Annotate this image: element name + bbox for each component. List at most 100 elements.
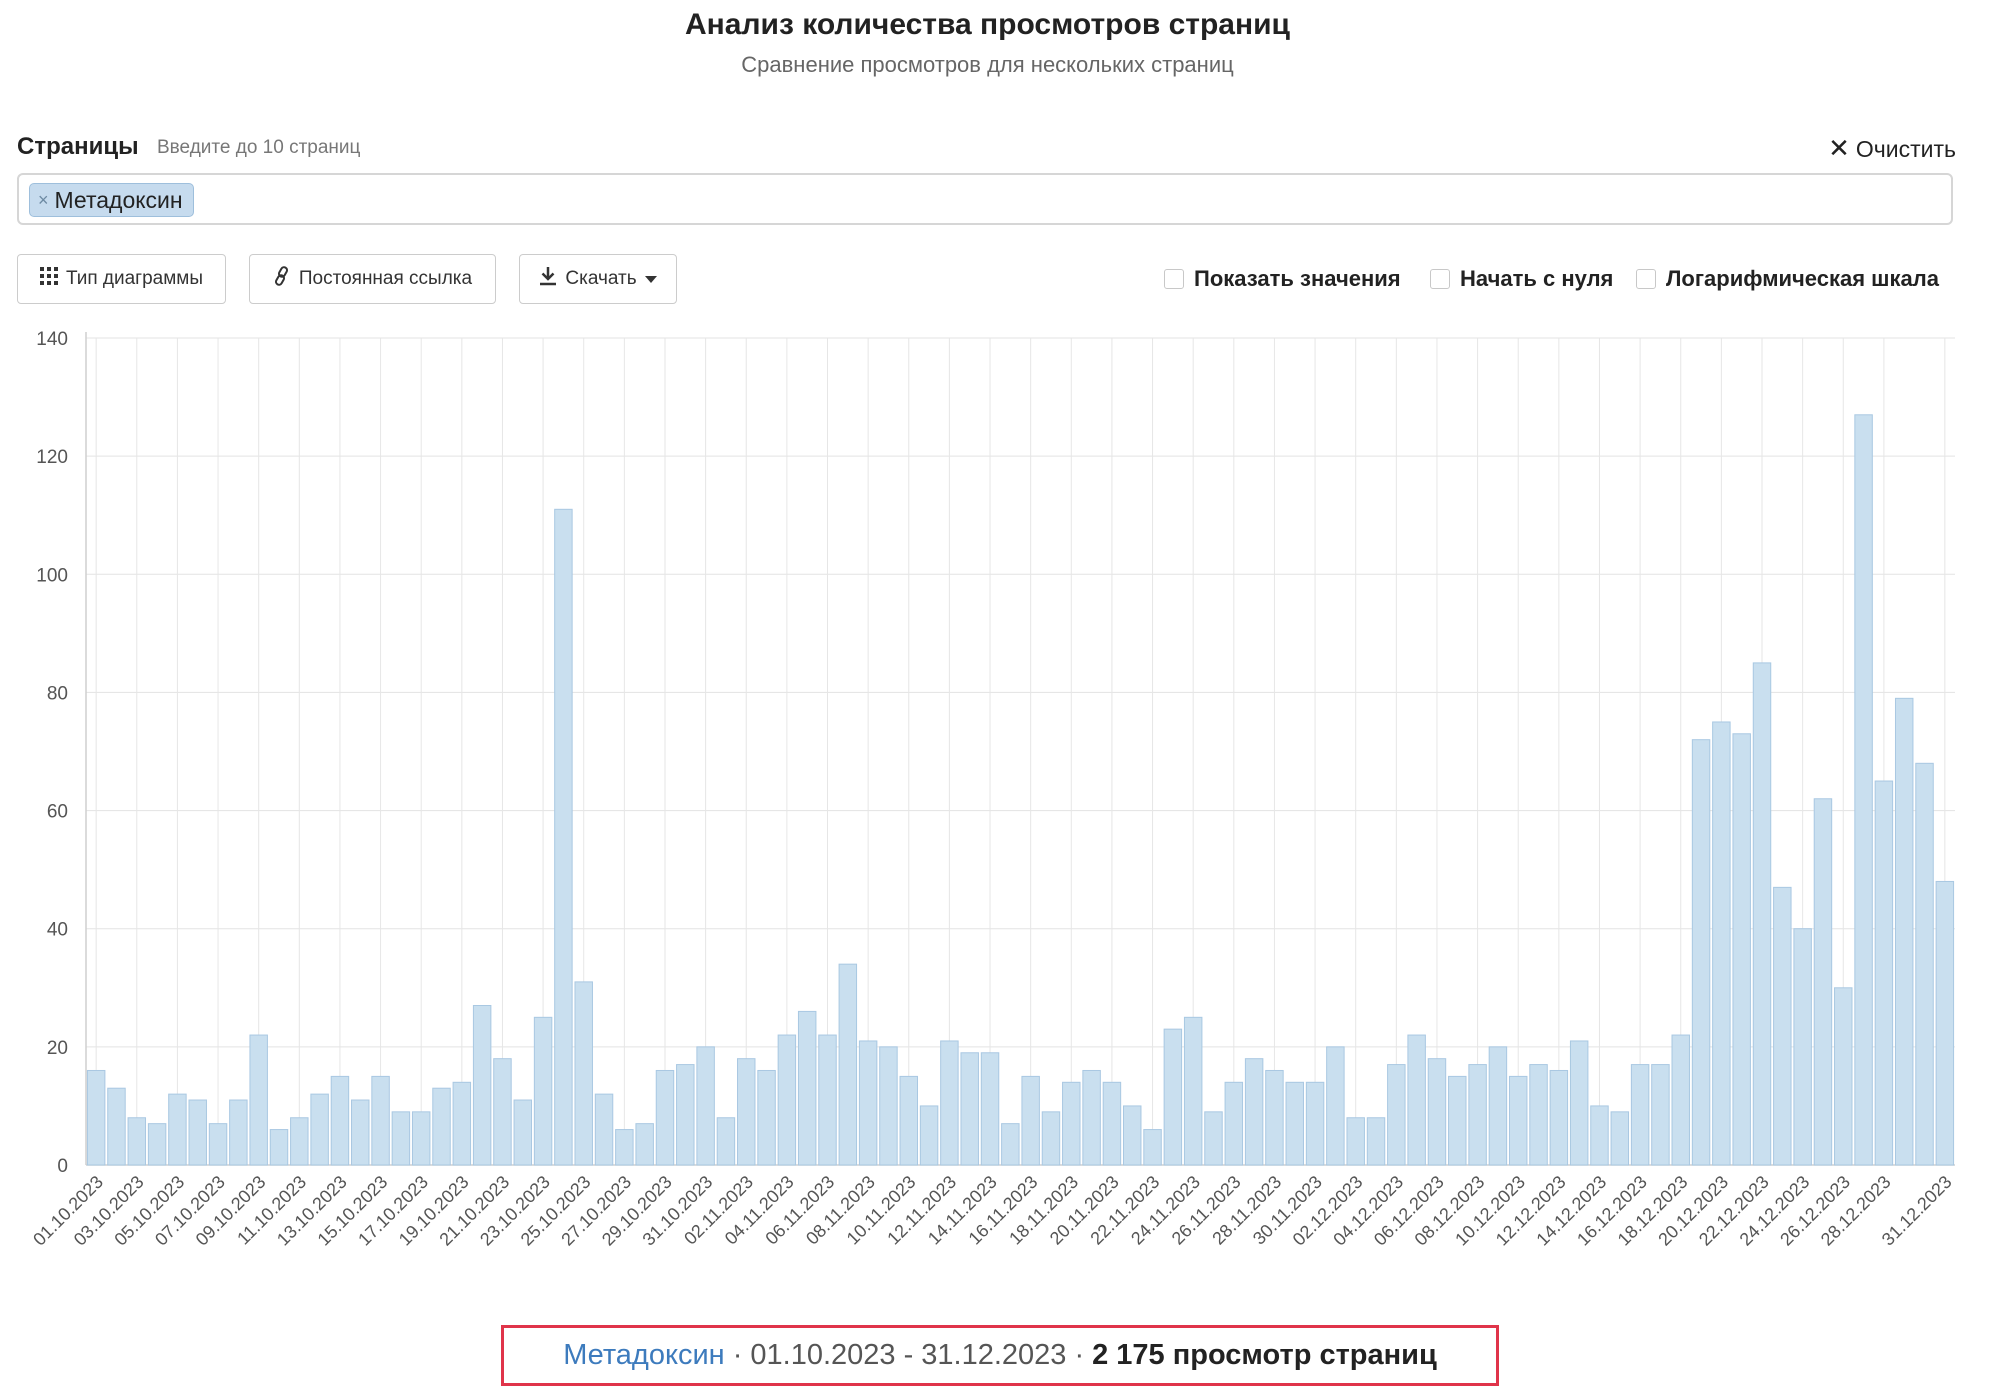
bar (1326, 1046, 1345, 1166)
bar (533, 1016, 553, 1166)
log-scale-option[interactable]: Логарифмическая шкала (1636, 266, 1939, 292)
clear-button[interactable]: ✕ Очистить (1828, 133, 1956, 164)
chart-type-label: Тип диаграммы (65, 268, 204, 289)
bar (330, 1075, 350, 1166)
bar (452, 1081, 472, 1166)
bar (676, 1064, 695, 1166)
bar (1508, 1075, 1528, 1166)
bar (1834, 987, 1853, 1166)
bar (1691, 739, 1711, 1166)
bar (432, 1087, 451, 1166)
bar (1387, 1064, 1406, 1166)
y-tick-label: 120 (36, 447, 68, 468)
show-values-checkbox[interactable] (1164, 269, 1184, 289)
bar (879, 1046, 898, 1166)
log-scale-checkbox[interactable] (1636, 269, 1656, 289)
chart-type-button[interactable]: Тип диаграммы (17, 254, 226, 304)
bar (493, 1058, 512, 1166)
bar (1183, 1016, 1203, 1166)
chart-bars (86, 414, 1955, 1166)
bar (1041, 1111, 1061, 1166)
y-tick-label: 40 (47, 920, 68, 941)
permalink-button[interactable]: Постоянная ссылка (249, 254, 496, 304)
bar (513, 1099, 533, 1166)
bar (1265, 1069, 1284, 1166)
bar (1021, 1075, 1040, 1166)
bar (1468, 1064, 1487, 1166)
bar (1122, 1105, 1142, 1166)
show-values-option[interactable]: Показать значения (1164, 266, 1401, 292)
bar (1244, 1058, 1264, 1166)
bar (1346, 1117, 1365, 1166)
pageviews-bar-chart: 0 20 40 60 80 100 120 140 01.10.202303.10.20230… (29, 329, 1956, 1250)
bar (1305, 1081, 1325, 1166)
pages-input[interactable]: × Метадоксин (17, 173, 1953, 225)
bar (615, 1129, 634, 1166)
clear-button-label: Очистить (1855, 136, 1956, 162)
bar (208, 1123, 228, 1166)
show-values-label: Показать значения (1194, 266, 1401, 291)
y-tick-label: 80 (47, 683, 68, 704)
y-tick-label: 20 (47, 1038, 68, 1059)
log-scale-label: Логарифмическая шкала (1666, 266, 1939, 291)
summary-footer: Метадоксин · 01.10.2023 - 31.12.2023 · 2… (501, 1325, 1499, 1386)
start-zero-option[interactable]: Начать с нуля (1430, 266, 1613, 292)
close-icon: ✕ (1828, 133, 1850, 163)
bar (635, 1123, 654, 1166)
bar (1590, 1105, 1609, 1166)
download-icon (539, 266, 557, 292)
link-icon (273, 266, 291, 292)
bar (655, 1069, 675, 1166)
bar (168, 1093, 187, 1166)
bar (1712, 721, 1731, 1166)
bar (1143, 1129, 1162, 1166)
bar (1529, 1064, 1548, 1166)
bar (1448, 1075, 1467, 1166)
y-tick-label: 60 (47, 802, 68, 823)
bar (1732, 733, 1751, 1166)
bar (1062, 1081, 1081, 1166)
bar (554, 508, 573, 1166)
caret-down-icon (644, 275, 657, 283)
chip-remove-icon[interactable]: × (38, 190, 49, 211)
bar (269, 1129, 289, 1166)
bar (1935, 880, 1955, 1166)
bar (980, 1052, 1000, 1166)
summary-date-range: 01.10.2023 - 31.12.2023 (750, 1339, 1067, 1371)
bar (1773, 886, 1792, 1166)
bar (757, 1069, 776, 1166)
bar (1854, 414, 1873, 1166)
page-title: Анализ количества просмотров страниц (684, 8, 1290, 41)
page-chip[interactable]: × Метадоксин (29, 183, 194, 217)
bar (1610, 1111, 1630, 1166)
y-tick-label: 0 (57, 1156, 68, 1177)
page: Анализ количества просмотров страниц Сра… (0, 0, 1999, 1388)
y-axis: 0 20 40 60 80 100 120 140 (36, 329, 68, 1177)
bar (472, 1005, 492, 1166)
bar (777, 1034, 797, 1166)
bar (1204, 1111, 1223, 1166)
summary-page-link[interactable]: Метадоксин (563, 1339, 725, 1372)
bar (1671, 1034, 1690, 1166)
bar (411, 1111, 431, 1166)
summary-total: 2 175 просмотр страниц (1092, 1339, 1437, 1371)
bar (594, 1093, 614, 1166)
y-tick-label: 140 (36, 329, 68, 350)
bar (919, 1105, 939, 1166)
bar (1488, 1046, 1508, 1166)
bar (716, 1117, 736, 1166)
bar (574, 981, 593, 1166)
bar (737, 1058, 756, 1166)
bar (1102, 1081, 1122, 1166)
download-label: Скачать (565, 268, 637, 289)
pages-field-label: Страницы (17, 133, 139, 160)
bar (1813, 798, 1833, 1166)
bar (1407, 1034, 1426, 1166)
bar (147, 1123, 167, 1166)
start-zero-checkbox[interactable] (1430, 269, 1450, 289)
bar (1163, 1028, 1183, 1166)
download-button[interactable]: Скачать (519, 254, 677, 304)
y-tick-label: 100 (36, 565, 68, 586)
bar (818, 1034, 837, 1166)
bar (1285, 1081, 1304, 1166)
